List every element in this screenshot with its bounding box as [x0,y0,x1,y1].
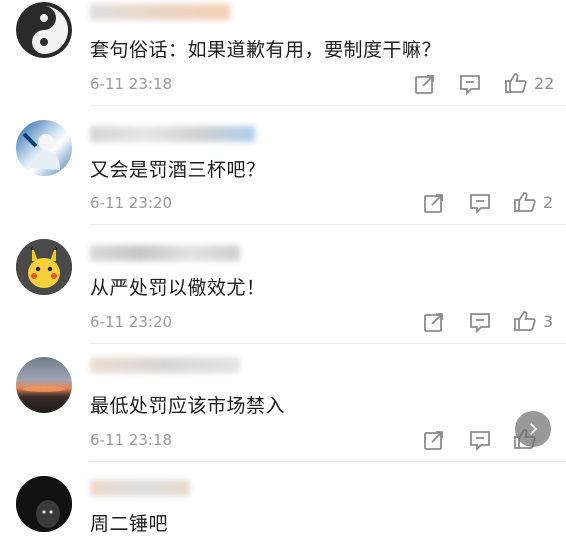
comment-icon[interactable] [458,72,482,96]
comment-time: 6-11 23:18 [90,431,173,449]
share-icon[interactable] [422,191,446,215]
comment-time: 6-11 23:20 [90,313,173,331]
share-icon[interactable] [422,428,446,452]
share-icon[interactable] [422,310,446,334]
like-count: 2 [543,193,554,212]
next-button[interactable] [515,411,551,447]
comment-text: 套句俗话：如果道歉有用，要制度干嘛？ [90,39,442,61]
comment-icon[interactable] [468,191,492,215]
avatar[interactable] [16,357,72,413]
like-count: 22 [534,74,555,93]
comment-text: 最低处罚应该市场禁入 [90,395,286,417]
avatar[interactable] [16,239,72,295]
pikachu-avatar-icon [16,239,72,295]
comment-item: 周二锤吧 [0,473,566,535]
comment-item: 套句俗话：如果道歉有用，要制度干嘛？ 6-11 23:18 22 [0,0,566,118]
username-blurred [90,245,240,261]
username-blurred [90,357,240,373]
divider [90,224,566,225]
username-blurred [90,480,190,496]
thumbs-up-icon[interactable] [504,71,528,95]
username-blurred [90,4,230,20]
divider [90,343,566,344]
figure-avatar-icon [22,132,60,170]
thumbs-up-icon[interactable] [513,309,537,333]
like-count: 3 [543,312,554,331]
share-icon[interactable] [413,72,437,96]
comment-time: 6-11 23:18 [90,75,173,93]
chevron-right-icon [530,423,538,435]
comment-text: 周二锤吧 [90,513,169,535]
comment-icon[interactable] [468,310,492,334]
comment-item: 又会是罚酒三杯吧？ 6-11 23:20 2 [0,118,566,236]
avatar[interactable] [16,476,72,532]
divider [90,105,566,106]
comment-icon[interactable] [468,428,492,452]
comment-time: 6-11 23:20 [90,194,173,212]
avatar[interactable] [16,2,72,58]
sunset-avatar-icon [22,386,66,392]
cat-avatar-icon [16,476,72,532]
avatar[interactable] [16,120,72,176]
comment-text: 又会是罚酒三杯吧？ [90,159,266,181]
thumbs-up-icon[interactable] [513,190,537,214]
comment-item: 从严处罚以儆效尤！ 6-11 23:20 3 [0,237,566,355]
comment-text: 从严处罚以儆效尤！ [90,277,266,299]
yin-yang-avatar-icon [16,2,72,58]
username-blurred [90,126,255,142]
divider [90,461,566,462]
comment-item: 最低处罚应该市场禁入 6-11 23:18 [0,355,566,473]
